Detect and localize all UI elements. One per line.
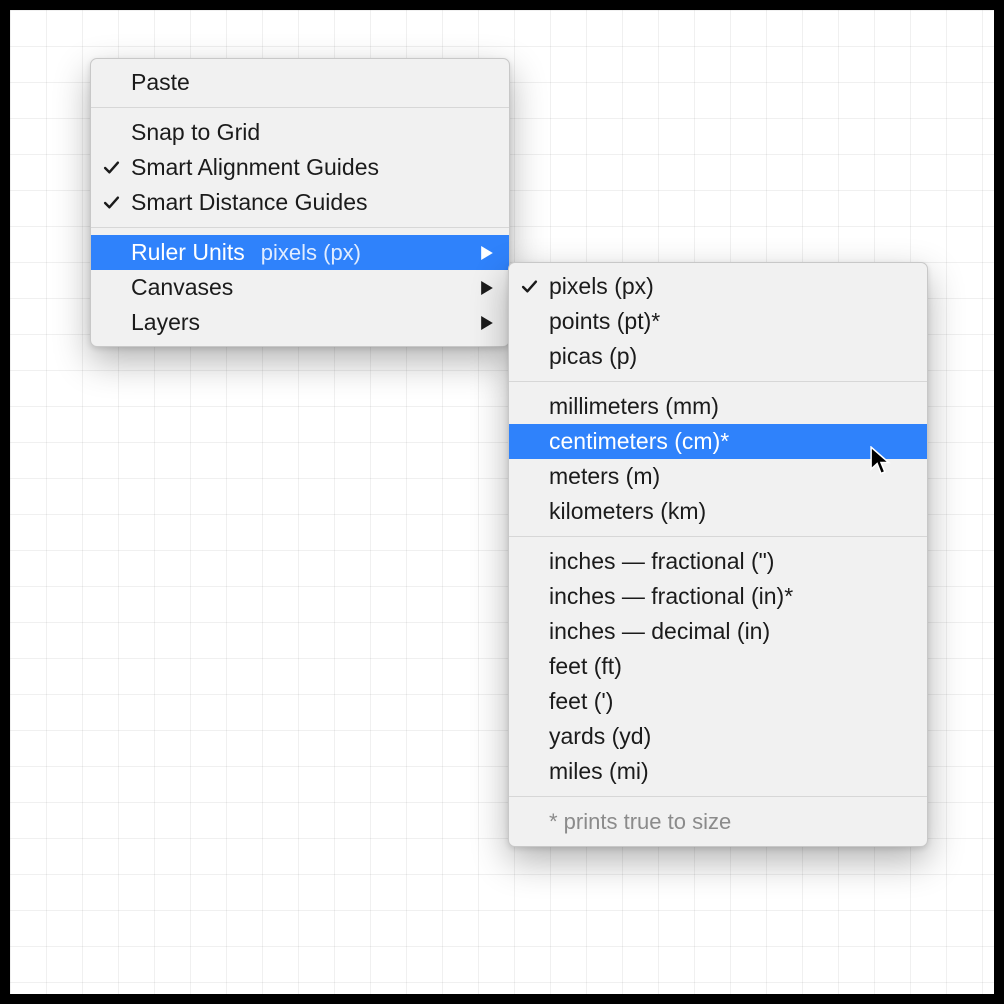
unit-option-meters[interactable]: meters (m)	[509, 459, 927, 494]
checkmark-icon	[91, 194, 131, 211]
unit-option-centimeters[interactable]: centimeters (cm)*	[509, 424, 927, 459]
menu-label: Paste	[131, 69, 190, 96]
menu-label: inches — fractional (in)*	[549, 583, 793, 610]
menu-label: picas (p)	[549, 343, 637, 370]
menu-separator	[91, 227, 509, 228]
menu-item-canvases[interactable]: Canvases	[91, 270, 509, 305]
menu-item-smart-distance-guides[interactable]: Smart Distance Guides	[91, 185, 509, 220]
menu-label: pixels (px)	[549, 273, 654, 300]
menu-label: millimeters (mm)	[549, 393, 719, 420]
unit-option-points[interactable]: points (pt)*	[509, 304, 927, 339]
menu-label: kilometers (km)	[549, 498, 706, 525]
menu-label: Snap to Grid	[131, 119, 260, 146]
unit-option-inches-decimal[interactable]: inches — decimal (in)	[509, 614, 927, 649]
unit-option-feet-quote[interactable]: feet (')	[509, 684, 927, 719]
menu-item-layers[interactable]: Layers	[91, 305, 509, 340]
unit-option-picas[interactable]: picas (p)	[509, 339, 927, 374]
menu-footnote: * prints true to size	[509, 804, 927, 840]
menu-label: Canvases	[131, 274, 233, 301]
menu-label: Layers	[131, 309, 200, 336]
menu-separator	[509, 796, 927, 797]
unit-option-pixels[interactable]: pixels (px)	[509, 269, 927, 304]
menu-label: centimeters (cm)*	[549, 428, 729, 455]
context-menu: Paste Snap to Grid Smart Alignment Guide…	[90, 58, 510, 347]
unit-option-yards[interactable]: yards (yd)	[509, 719, 927, 754]
menu-hint: pixels (px)	[261, 240, 361, 266]
menu-label: feet (ft)	[549, 653, 622, 680]
unit-option-millimeters[interactable]: millimeters (mm)	[509, 389, 927, 424]
menu-label: meters (m)	[549, 463, 660, 490]
footnote-text: * prints true to size	[549, 809, 731, 835]
menu-label: points (pt)*	[549, 308, 660, 335]
ruler-units-submenu: pixels (px) points (pt)* picas (p) milli…	[508, 262, 928, 847]
menu-separator	[509, 381, 927, 382]
menu-item-smart-alignment-guides[interactable]: Smart Alignment Guides	[91, 150, 509, 185]
submenu-arrow-icon	[481, 246, 493, 260]
checkmark-icon	[509, 278, 549, 295]
menu-separator	[509, 536, 927, 537]
menu-label: miles (mi)	[549, 758, 649, 785]
menu-item-snap-to-grid[interactable]: Snap to Grid	[91, 115, 509, 150]
unit-option-kilometers[interactable]: kilometers (km)	[509, 494, 927, 529]
checkmark-icon	[91, 159, 131, 176]
submenu-arrow-icon	[481, 281, 493, 295]
menu-label: Smart Alignment Guides	[131, 154, 379, 181]
unit-option-inches-fractional-quote[interactable]: inches — fractional (")	[509, 544, 927, 579]
menu-label: yards (yd)	[549, 723, 651, 750]
app-frame: Paste Snap to Grid Smart Alignment Guide…	[0, 0, 1004, 1004]
menu-separator	[91, 107, 509, 108]
menu-item-ruler-units[interactable]: Ruler Units pixels (px)	[91, 235, 509, 270]
unit-option-inches-fractional-in[interactable]: inches — fractional (in)*	[509, 579, 927, 614]
menu-label: Smart Distance Guides	[131, 189, 367, 216]
menu-label: inches — fractional (")	[549, 548, 774, 575]
menu-item-paste[interactable]: Paste	[91, 65, 509, 100]
unit-option-miles[interactable]: miles (mi)	[509, 754, 927, 789]
menu-label: Ruler Units	[131, 239, 245, 266]
submenu-arrow-icon	[481, 316, 493, 330]
unit-option-feet-ft[interactable]: feet (ft)	[509, 649, 927, 684]
menu-label: feet (')	[549, 688, 613, 715]
menu-label: inches — decimal (in)	[549, 618, 770, 645]
